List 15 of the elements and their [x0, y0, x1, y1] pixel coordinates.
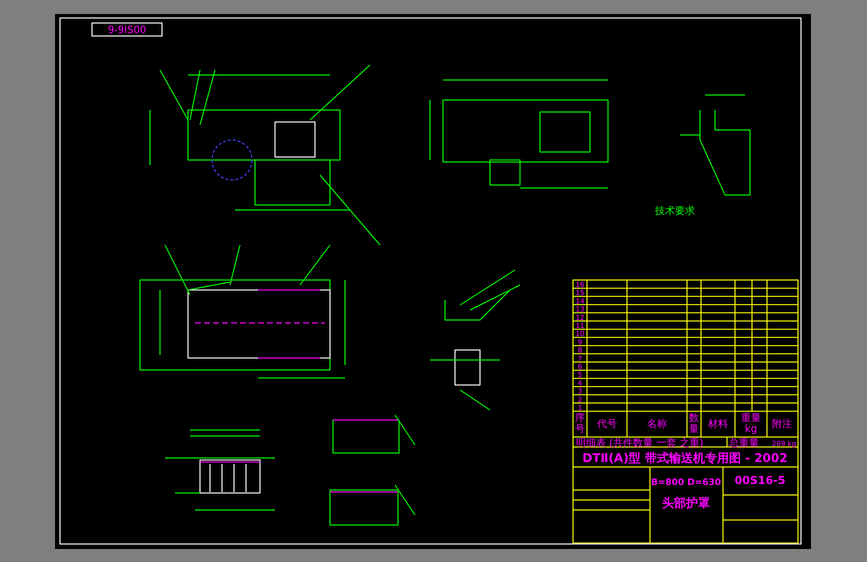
drawing-number: 9-9IS00	[108, 25, 146, 36]
drawing-code: 00S16-5	[734, 474, 786, 487]
total-weight-label: 总重量	[729, 438, 759, 449]
column-header: 序号	[575, 413, 585, 435]
spec-text: B=800 D=630	[650, 478, 722, 488]
notes-heading: 技术要求	[655, 206, 695, 217]
drawing-title: DTⅡ(A)型 带式输送机专用图 - 2002	[582, 451, 788, 465]
parts-list-summary: 明细表 (共件数量 一套 之重)	[576, 438, 704, 449]
column-header: 重量 kg	[741, 413, 761, 435]
column-header: 材料	[708, 419, 728, 430]
column-header: 数量	[689, 413, 699, 435]
column-header: 名称	[647, 419, 667, 430]
part-name: 头部护罩	[662, 496, 710, 510]
column-header: 代号	[597, 419, 617, 430]
column-header: 附注	[772, 419, 792, 430]
